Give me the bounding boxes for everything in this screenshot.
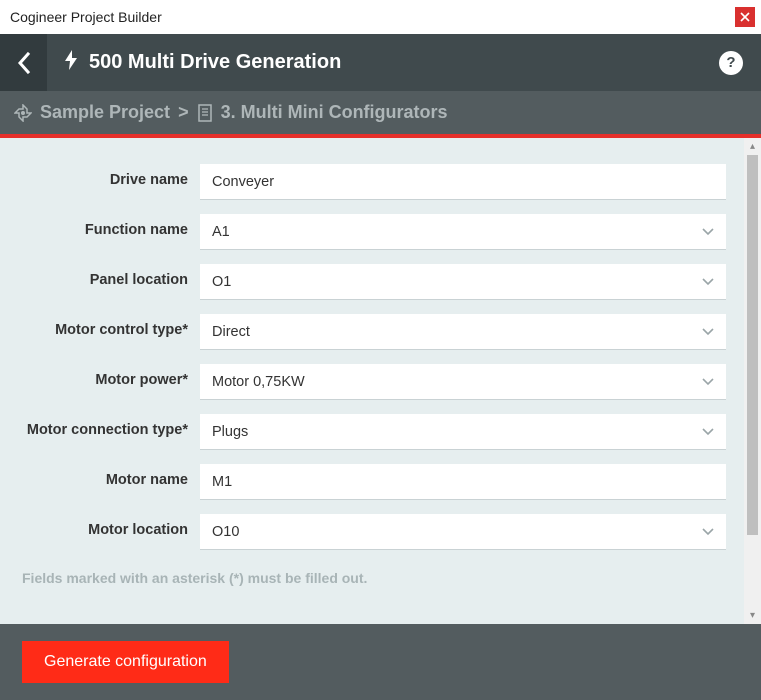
field-label: Drive name	[14, 164, 200, 189]
chevron-down-icon	[702, 374, 714, 390]
select-input[interactable]: O1	[200, 264, 726, 300]
project-icon	[14, 104, 32, 122]
back-button[interactable]	[0, 34, 47, 91]
field-input-col: Plugs	[200, 414, 726, 450]
chevron-down-icon	[702, 274, 714, 290]
help-button[interactable]: ?	[719, 51, 743, 75]
field-label: Panel location	[14, 264, 200, 289]
form-row: Motor control type* Direct	[14, 314, 730, 350]
field-label: Motor connection type*	[14, 414, 200, 439]
form-row: Motor connection type* Plugs	[14, 414, 730, 450]
select-input[interactable]: O10	[200, 514, 726, 550]
field-label: Motor control type*	[14, 314, 200, 339]
select-value: Plugs	[212, 424, 248, 440]
field-input-col: Direct	[200, 314, 726, 350]
select-value: O10	[212, 524, 239, 540]
text-input[interactable]	[200, 164, 726, 200]
field-input-col: Motor 0,75KW	[200, 364, 726, 400]
header: 500 Multi Drive Generation ?	[0, 34, 761, 91]
select-value: Direct	[212, 324, 250, 340]
scroll-up-arrow[interactable]: ▴	[744, 138, 761, 155]
page-title: 500 Multi Drive Generation	[89, 51, 341, 74]
required-fields-hint: Fields marked with an asterisk (*) must …	[14, 564, 730, 586]
form-row: Panel location O1	[14, 264, 730, 300]
scroll-thumb[interactable]	[747, 155, 758, 535]
field-label: Motor name	[14, 464, 200, 489]
breadcrumb: Sample Project > 3. Multi Mini Configura…	[0, 91, 761, 134]
form-row: Motor power* Motor 0,75KW	[14, 364, 730, 400]
form-row: Function name A1	[14, 214, 730, 250]
form-inner: Drive name Function name A1 Panel location O…	[0, 138, 744, 624]
header-title-wrap: 500 Multi Drive Generation	[47, 49, 719, 76]
form-row: Motor name	[14, 464, 730, 500]
chevron-down-icon	[702, 424, 714, 440]
select-value: Motor 0,75KW	[212, 374, 305, 390]
footer: Generate configuration	[0, 624, 761, 700]
form-row: Motor location O10	[14, 514, 730, 550]
scrollbar[interactable]: ▴ ▾	[744, 138, 761, 624]
select-value: O1	[212, 274, 231, 290]
close-icon	[740, 12, 750, 22]
field-input-col	[200, 164, 726, 200]
field-label: Function name	[14, 214, 200, 239]
chevron-left-icon	[17, 52, 31, 74]
form-row: Drive name	[14, 164, 730, 200]
chevron-down-icon	[702, 324, 714, 340]
bolt-icon	[63, 49, 79, 76]
chevron-down-icon	[702, 224, 714, 240]
field-label: Motor power*	[14, 364, 200, 389]
select-input[interactable]: Motor 0,75KW	[200, 364, 726, 400]
scroll-track[interactable]	[744, 535, 761, 607]
form-area: Drive name Function name A1 Panel location O…	[0, 138, 761, 624]
window-title: Cogineer Project Builder	[10, 9, 162, 25]
field-input-col: O1	[200, 264, 726, 300]
titlebar: Cogineer Project Builder	[0, 0, 761, 34]
field-input-col	[200, 464, 726, 500]
generate-configuration-button[interactable]: Generate configuration	[22, 641, 229, 683]
chevron-down-icon	[702, 524, 714, 540]
text-input[interactable]	[200, 464, 726, 500]
select-input[interactable]: Direct	[200, 314, 726, 350]
document-icon	[197, 104, 213, 122]
select-value: A1	[212, 224, 230, 240]
select-input[interactable]: Plugs	[200, 414, 726, 450]
field-label: Motor location	[14, 514, 200, 539]
breadcrumb-root[interactable]: Sample Project	[40, 102, 170, 123]
field-input-col: O10	[200, 514, 726, 550]
scroll-down-arrow[interactable]: ▾	[744, 607, 761, 624]
field-input-col: A1	[200, 214, 726, 250]
close-button[interactable]	[735, 7, 755, 27]
select-input[interactable]: A1	[200, 214, 726, 250]
breadcrumb-current: 3. Multi Mini Configurators	[221, 102, 448, 123]
breadcrumb-separator: >	[178, 102, 189, 123]
